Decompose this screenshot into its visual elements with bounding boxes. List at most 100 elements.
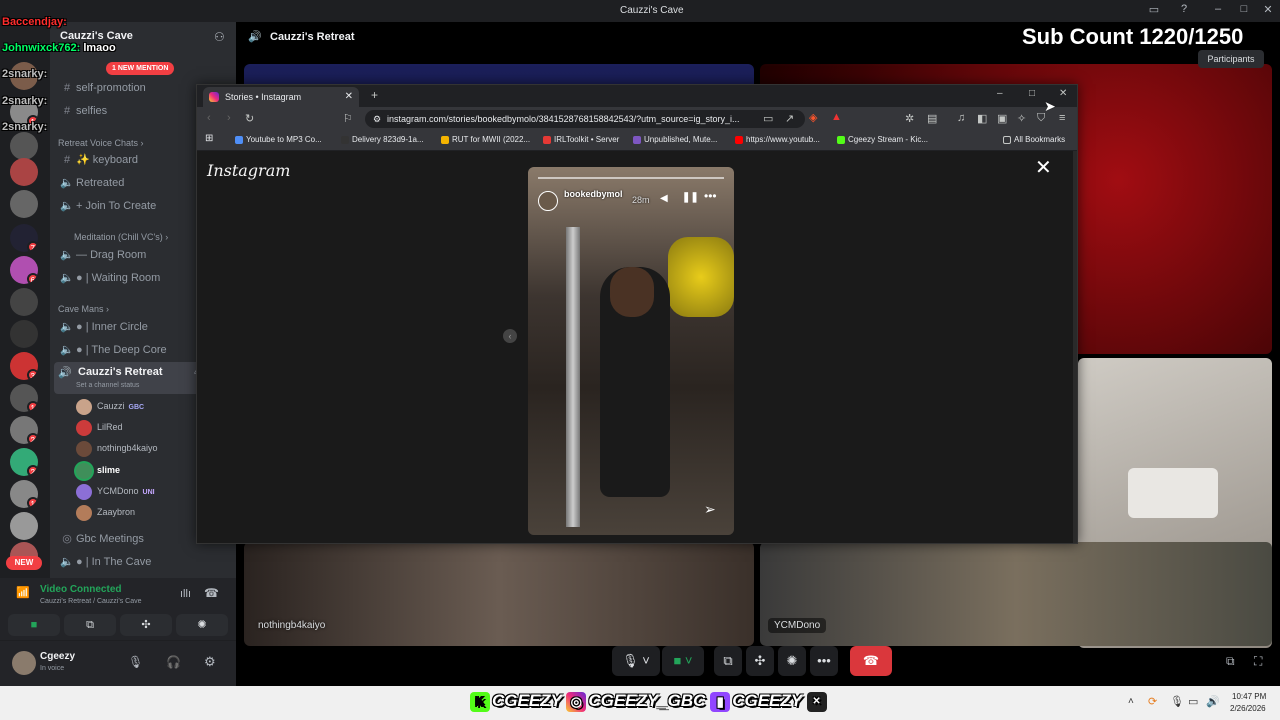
settings-icon[interactable]: ⚙ — [204, 654, 216, 670]
video-tile[interactable]: YCMDono — [760, 542, 1272, 646]
minimize-icon[interactable]: – — [997, 88, 1003, 99]
reload-icon[interactable]: ↻ — [245, 112, 254, 125]
participants-button[interactable]: Participants — [1198, 50, 1264, 68]
avatar[interactable] — [12, 651, 36, 675]
camera-button[interactable]: ■ — [8, 614, 60, 636]
volume-icon[interactable]: 🔊 — [1206, 695, 1220, 708]
rewards-icon[interactable]: ▲ — [831, 111, 842, 123]
story-viewer[interactable]: bookedbymol 28m ◀ ❚❚ ••• ➢ — [528, 167, 734, 535]
server-icon[interactable]: 1 — [10, 480, 38, 508]
server-icon[interactable] — [10, 288, 38, 316]
voice-user[interactable]: slime — [76, 460, 120, 480]
bookmark-item[interactable]: RUT for MWII (2022... — [441, 135, 530, 144]
more-button[interactable]: ••• — [810, 646, 838, 676]
server-icon[interactable] — [10, 512, 38, 540]
soundboard-button[interactable]: ✺ — [778, 646, 806, 676]
media-icon[interactable]: ♫ — [957, 112, 965, 124]
microphone-icon[interactable]: 🎙 — [128, 655, 143, 669]
show-hidden-icons-icon[interactable]: ˄ — [1128, 696, 1134, 707]
minimize-icon[interactable]: – — [1210, 3, 1226, 19]
bookmark-item[interactable]: Cgeezy Stream - Kic... — [837, 135, 928, 144]
server-icon[interactable]: 1 — [10, 384, 38, 412]
server-icon[interactable]: 3 — [10, 352, 38, 380]
help-icon[interactable]: ? — [1176, 3, 1192, 19]
server-icon[interactable] — [10, 190, 38, 218]
display-tray-icon[interactable]: ▭ — [1188, 695, 1198, 708]
bookmark-item[interactable]: Unpublished, Mute... — [633, 135, 717, 144]
headphones-icon[interactable]: 🎧 — [166, 655, 181, 669]
disconnect-icon[interactable]: ☎ — [204, 586, 219, 600]
fullscreen-icon[interactable]: ⛶ — [1254, 654, 1262, 669]
voice-user[interactable]: Cauzzi GBC — [76, 396, 144, 416]
channel-status[interactable]: Set a channel status — [76, 382, 139, 389]
bookmark-icon[interactable]: ⚐ — [343, 112, 353, 125]
instagram-logo[interactable]: Instagram — [207, 161, 290, 180]
bookmark-item[interactable]: IRLToolkit • Server — [543, 135, 619, 144]
user-name[interactable]: Cgeezy — [40, 651, 75, 662]
scrollbar[interactable] — [1073, 151, 1077, 543]
bookmark-item[interactable]: Delivery 823d9-1a... — [341, 135, 424, 144]
apps-icon[interactable]: ⊞ — [205, 133, 213, 144]
avatar[interactable] — [538, 191, 558, 211]
new-tab-icon[interactable]: + — [371, 88, 378, 102]
category-meditation[interactable]: Meditation (Chill VC's) › — [74, 232, 168, 242]
bookmark-item[interactable]: Youtube to MP3 Co... — [235, 135, 322, 144]
more-options-icon[interactable]: ••• — [704, 189, 717, 203]
mic-tray-icon[interactable]: 🎙 — [1170, 695, 1184, 708]
extensions-icon[interactable]: ✲ — [905, 112, 914, 125]
add-friend-icon[interactable]: ⚇ — [214, 30, 225, 44]
microphone-button[interactable]: 🎙 ˅ — [612, 646, 660, 676]
activities-button[interactable]: ✣ — [746, 646, 774, 676]
mute-icon[interactable]: ◀ — [660, 193, 668, 204]
tab-instagram[interactable]: Stories • Instagram ✕ — [203, 87, 359, 107]
sidebar-icon[interactable]: ◧ — [977, 112, 987, 125]
leave-call-button[interactable]: ☎ — [850, 646, 892, 676]
server-icon[interactable]: 7 — [10, 224, 38, 252]
channel-in-the-cave[interactable]: 🔈 ● | In The Cave — [58, 552, 228, 572]
clock-date[interactable]: 2/26/2026 — [1230, 704, 1266, 713]
voice-user[interactable]: YCMDono UNI — [76, 481, 155, 501]
wallet-icon[interactable]: ▣ — [997, 112, 1007, 125]
send-icon[interactable]: ➢ — [704, 501, 716, 518]
maximize-icon[interactable]: □ — [1029, 88, 1035, 99]
new-badge[interactable]: NEW — [6, 556, 42, 570]
signal-icon[interactable]: 📶 — [16, 586, 30, 599]
voice-user[interactable]: LilRed — [76, 417, 123, 437]
screenshare-button[interactable]: ⧉ — [64, 614, 116, 636]
server-icon[interactable]: 2 — [10, 416, 38, 444]
cast-icon[interactable]: ▭ — [763, 112, 773, 125]
voice-user[interactable]: Zaaybron — [76, 502, 135, 522]
brave-shield-icon[interactable]: ◈ — [809, 111, 817, 124]
server-icon[interactable] — [10, 320, 38, 348]
inbox-icon[interactable]: ▭ — [1146, 3, 1162, 19]
voice-location[interactable]: Cauzzi's Retreat / Cauzzi's Cave — [40, 598, 142, 605]
site-info-icon[interactable]: ⚙ — [373, 110, 381, 128]
close-story-icon[interactable]: ✕ — [1035, 155, 1052, 180]
close-window-icon[interactable]: ✕ — [1059, 88, 1067, 99]
noise-suppression-icon[interactable]: ıllı — [180, 588, 191, 600]
server-icon[interactable] — [10, 158, 38, 186]
url-input[interactable]: ⚙ instagram.com/stories/bookedbymolo/384… — [365, 110, 805, 128]
maximize-icon[interactable]: □ — [1236, 3, 1252, 19]
pause-icon[interactable]: ❚❚ — [682, 192, 699, 203]
forward-icon[interactable]: › — [227, 112, 231, 124]
menu-icon[interactable]: ≡ — [1059, 112, 1065, 124]
category-cave-mans[interactable]: Cave Mans › — [58, 304, 109, 314]
popout-icon[interactable]: ⧉ — [1226, 654, 1235, 669]
previous-story-icon[interactable]: ‹ — [503, 329, 517, 343]
clock-time[interactable]: 10:47 PM — [1232, 692, 1266, 701]
story-username[interactable]: bookedbymol — [564, 189, 623, 199]
close-tab-icon[interactable]: ✕ — [345, 87, 353, 107]
video-tile[interactable]: nothingb4kaiyo — [244, 542, 754, 646]
back-icon[interactable]: ‹ — [207, 112, 211, 124]
leo-icon[interactable]: ✧ — [1017, 112, 1026, 125]
all-bookmarks[interactable]: All Bookmarks — [1003, 135, 1065, 144]
activities-button[interactable]: ✣ — [120, 614, 172, 636]
screenshare-button[interactable]: ⧉ — [714, 646, 742, 676]
voice-user[interactable]: nothingb4kaiyo — [76, 438, 158, 458]
close-icon[interactable]: ✕ — [1260, 3, 1276, 19]
server-icon[interactable]: 2 — [10, 448, 38, 476]
bookmark-item[interactable]: https://www.youtub... — [735, 135, 820, 144]
share-icon[interactable]: ↗ — [785, 112, 794, 125]
tab-search-icon[interactable]: ▤ — [927, 112, 937, 125]
